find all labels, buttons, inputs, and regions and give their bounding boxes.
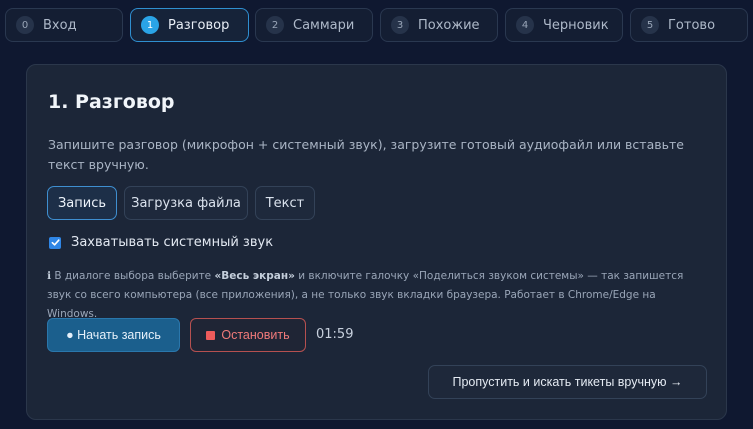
checkmark-icon xyxy=(51,239,60,246)
step-number: 3 xyxy=(391,16,409,34)
step-1-conversation[interactable]: 1 Разговор xyxy=(130,8,249,42)
info-bold-entire-screen: «Весь экран» xyxy=(214,270,295,282)
step-label: Вход xyxy=(43,17,77,33)
step-label: Похожие xyxy=(418,17,480,33)
stop-button[interactable]: Остановить xyxy=(190,318,306,352)
step-number: 5 xyxy=(641,16,659,34)
step-0-entry[interactable]: 0 Вход xyxy=(5,8,123,42)
start-recording-button[interactable]: ● Начать запись xyxy=(47,318,180,352)
card-title: 1. Разговор xyxy=(48,91,175,113)
step-2-summary[interactable]: 2 Саммари xyxy=(255,8,373,42)
step-number: 4 xyxy=(516,16,534,34)
step-3-similar[interactable]: 3 Похожие xyxy=(380,8,498,42)
step-4-draft[interactable]: 4 Черновик xyxy=(505,8,623,42)
conversation-card: 1. Разговор Запишите разговор (микрофон … xyxy=(26,64,727,420)
step-label: Саммари xyxy=(293,17,355,33)
info-note: ℹ В диалоге выбора выберите «Весь экран»… xyxy=(47,267,707,324)
step-number: 2 xyxy=(266,16,284,34)
stop-button-label: Остановить xyxy=(221,328,290,342)
system-audio-checkbox[interactable] xyxy=(49,236,61,249)
skip-manual-search-button[interactable]: Пропустить и искать тикеты вручную → xyxy=(428,365,707,399)
card-description: Запишите разговор (микрофон + системный … xyxy=(48,137,684,172)
stepper: 0 Вход 1 Разговор 2 Саммари 3 Похожие 4 … xyxy=(0,0,753,54)
system-audio-label: Захватывать системный звук xyxy=(71,235,274,250)
step-label: Черновик xyxy=(543,17,609,33)
tab-file-upload[interactable]: Загрузка файла xyxy=(124,186,248,220)
recording-timer: 01:59 xyxy=(316,327,354,342)
info-text-1: В диалоге выбора выберите xyxy=(54,270,215,282)
step-label: Разговор xyxy=(168,17,230,33)
tab-record[interactable]: Запись xyxy=(47,186,117,220)
step-5-done[interactable]: 5 Готово xyxy=(630,8,748,42)
tab-text[interactable]: Текст xyxy=(255,186,315,220)
system-audio-option[interactable]: Захватывать системный звук xyxy=(49,235,273,250)
step-label: Готово xyxy=(668,17,716,33)
stop-icon xyxy=(206,330,216,340)
info-icon: ℹ xyxy=(47,270,51,282)
step-number: 0 xyxy=(16,16,34,34)
step-number: 1 xyxy=(141,16,159,34)
